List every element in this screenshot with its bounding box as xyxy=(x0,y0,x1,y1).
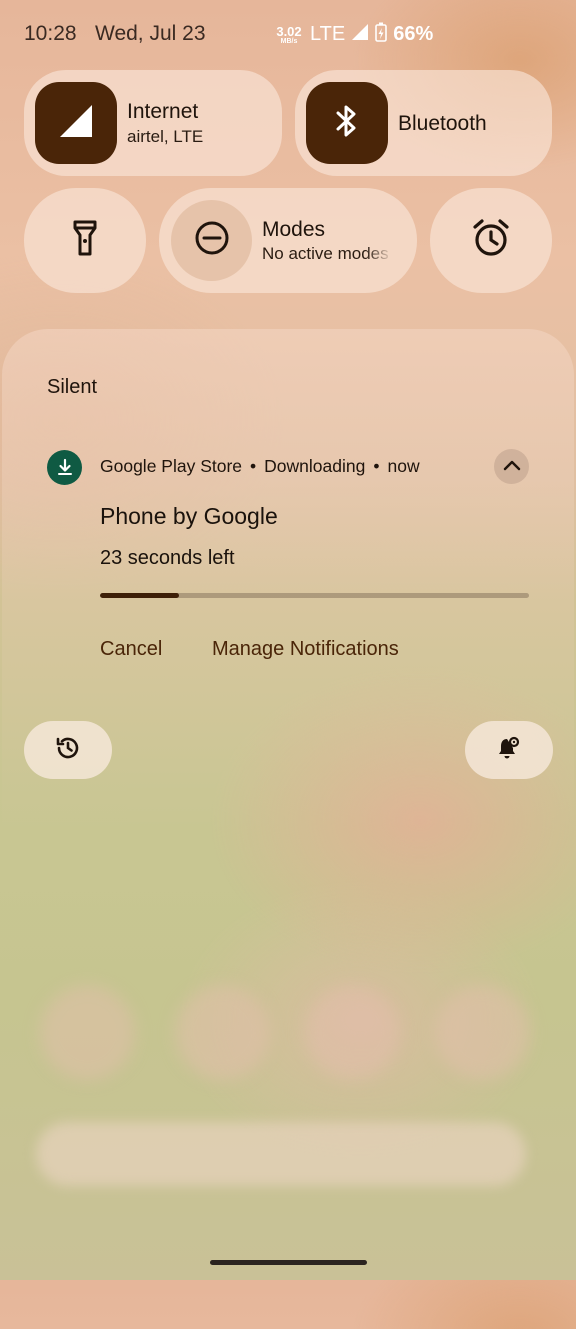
blurred-app-icon xyxy=(305,985,400,1080)
flashlight-tile[interactable] xyxy=(24,188,146,293)
bluetooth-tile[interactable]: Bluetooth xyxy=(295,70,552,176)
notification-settings-button[interactable] xyxy=(465,721,553,779)
blurred-search-bar xyxy=(36,1122,526,1186)
notification-app-name: Google Play Store xyxy=(100,456,243,476)
signal-icon xyxy=(351,23,369,46)
alarm-tile[interactable] xyxy=(430,188,552,293)
notification-status: Downloading xyxy=(264,456,366,476)
alarm-icon xyxy=(471,218,511,263)
blurred-app-icon xyxy=(175,985,270,1080)
history-icon xyxy=(55,735,81,766)
blurred-app-icon xyxy=(40,985,135,1080)
bluetooth-icon xyxy=(332,103,362,144)
network-speed-unit: MB/s xyxy=(280,37,298,45)
battery-icon xyxy=(375,22,388,47)
separator-dot: • xyxy=(373,456,380,476)
notification-title: Phone by Google xyxy=(100,503,278,529)
signal-icon xyxy=(58,103,94,144)
status-date: Wed, Jul 23 xyxy=(95,22,206,45)
download-progress-bar xyxy=(100,593,529,598)
manage-notifications-button[interactable]: Manage Notifications xyxy=(212,638,399,661)
internet-tile-subtitle: airtel, LTE xyxy=(127,127,204,146)
notification-header: Google Play Store • Downloading • now xyxy=(100,456,420,477)
cancel-button[interactable]: Cancel xyxy=(100,638,162,661)
modes-tile-title: Modes xyxy=(262,218,326,241)
play-store-download-icon xyxy=(47,450,82,485)
flashlight-tile-icon-wrap xyxy=(24,188,146,293)
collapse-notification-button[interactable] xyxy=(494,449,529,484)
network-speed: 3.02 MB/s xyxy=(274,25,304,45)
blurred-app-icon xyxy=(435,985,530,1080)
download-progress-fill xyxy=(100,593,180,598)
bluetooth-tile-icon-box xyxy=(306,82,388,164)
modes-tile[interactable]: Modes No active modes xyxy=(159,188,417,293)
notification-subtitle: 23 seconds left xyxy=(100,547,235,569)
battery-percent: 66% xyxy=(393,23,434,45)
status-bar: 10:28 Wed, Jul 23 3.02 MB/s LTE 66% xyxy=(0,0,576,70)
status-indicators: 3.02 MB/s LTE 66% xyxy=(274,22,433,47)
modes-tile-icon-box xyxy=(171,200,252,281)
flashlight-icon xyxy=(72,219,98,262)
silent-section-label: Silent xyxy=(47,376,98,398)
network-speed-value: 3.02 xyxy=(276,23,302,39)
chevron-up-icon xyxy=(503,458,521,476)
notification-time: now xyxy=(387,456,420,476)
bluetooth-tile-title: Bluetooth xyxy=(398,112,487,135)
status-time: 10:28 xyxy=(24,22,77,45)
internet-tile-title: Internet xyxy=(127,100,199,123)
navigation-handle[interactable] xyxy=(210,1260,367,1265)
internet-tile-icon-box xyxy=(35,82,117,164)
do-not-disturb-icon xyxy=(194,220,230,261)
alarm-tile-icon-wrap xyxy=(430,188,552,293)
modes-tile-subtitle: No active modes xyxy=(262,244,389,263)
network-type: LTE xyxy=(310,23,346,45)
separator-dot: • xyxy=(250,456,257,476)
notification-settings-icon xyxy=(496,735,522,766)
internet-tile[interactable]: Internet airtel, LTE xyxy=(24,70,282,176)
notification-history-button[interactable] xyxy=(24,721,112,779)
